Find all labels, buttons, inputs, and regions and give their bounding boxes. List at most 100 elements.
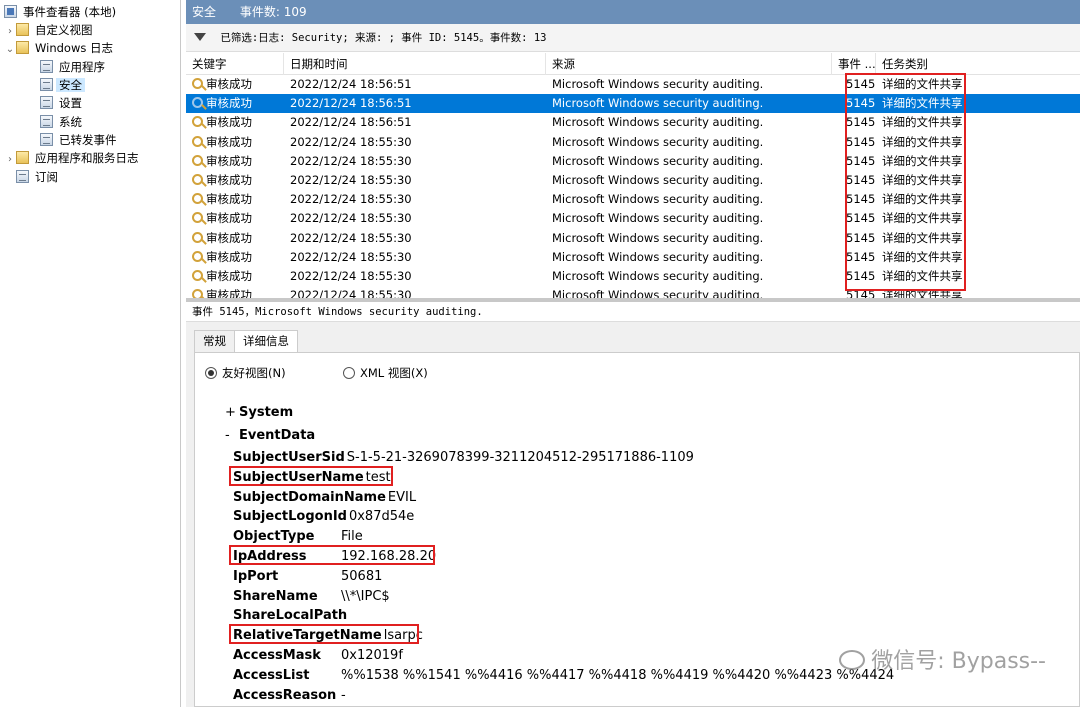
property-value: 50681 (341, 568, 383, 584)
event-grid: 关键字 日期和时间 来源 事件 ... 任务类别 审核成功 2022/12/24 … (186, 53, 1080, 298)
cell-source: Microsoft Windows security auditing. (552, 288, 764, 298)
filter-text: 已筛选:日志: Security; 来源: ; 事件 ID: 5145。事件数:… (220, 32, 547, 44)
tree-item-security[interactable]: 安全 (40, 76, 85, 94)
highlight-box-event-columns (845, 73, 966, 291)
property-name: SubjectLogonId (233, 509, 347, 525)
highlight-box-ipaddress (229, 545, 435, 565)
cell-datetime: 2022/12/24 18:55:30 (290, 211, 412, 226)
property-value: EVIL (387, 489, 417, 505)
cell-datetime: 2022/12/24 18:55:30 (290, 153, 412, 168)
cell-source: Microsoft Windows security auditing. (552, 96, 764, 111)
property-value: S-1-5-21-3269078399-3211204512-295171886… (346, 450, 694, 465)
folder-icon (16, 151, 29, 164)
cell-keyword: 审核成功 (192, 190, 282, 209)
log-title-bar: 安全 事件数: 109 (186, 0, 1080, 24)
property-row: IpPort 50681 (233, 568, 382, 584)
folder-icon (16, 23, 29, 36)
property-row: AccessMask 0x12019f (233, 648, 403, 663)
cell-datetime: 2022/12/24 18:55:30 (290, 230, 412, 245)
radio-xml-view[interactable]: XML 视图(X) (343, 365, 428, 381)
cell-datetime: 2022/12/24 18:55:30 (290, 268, 412, 283)
cell-keyword: 审核成功 (192, 133, 282, 152)
filter-bar: 已筛选:日志: Security; 来源: ; 事件 ID: 5145。事件数:… (186, 24, 1080, 52)
cell-keyword: 审核成功 (192, 267, 282, 286)
radio-unselected-icon (343, 367, 355, 379)
column-header-datetime[interactable]: 日期和时间 (284, 53, 546, 75)
key-icon (192, 193, 203, 205)
tree-item-custom-views[interactable]: › 自定义视图 (4, 21, 96, 39)
cell-source: Microsoft Windows security auditing. (552, 192, 764, 207)
column-header-task-category[interactable]: 任务类别 (876, 53, 1080, 75)
property-name: ObjectType (233, 529, 315, 545)
subscriptions-icon (16, 170, 29, 183)
grid-header: 关键字 日期和时间 来源 事件 ... 任务类别 (186, 53, 1080, 75)
tree-item-windows-logs[interactable]: ⌄ Windows 日志 (4, 39, 116, 57)
chevron-right-icon[interactable]: › (4, 151, 16, 169)
property-name: SubjectDomainName (233, 489, 386, 505)
expand-icon: + (225, 405, 236, 420)
cell-source: Microsoft Windows security auditing. (552, 249, 764, 264)
log-icon (40, 60, 53, 73)
chevron-down-icon[interactable]: ⌄ (4, 41, 16, 59)
property-row: AccessList %%1538 %%1541 %%4416 %%4417 %%… (233, 668, 894, 683)
cell-datetime: 2022/12/24 18:56:51 (290, 77, 412, 91)
cell-datetime: 2022/12/24 18:55:30 (290, 288, 412, 298)
key-icon (192, 289, 203, 298)
detail-tabs: 常规 详细信息 (194, 330, 298, 352)
filter-icon (194, 33, 206, 41)
property-name: ShareLocalPath (233, 608, 348, 624)
watermark: 微信号: Bypass-- (839, 643, 1046, 675)
key-icon (192, 212, 203, 224)
tree-item-application[interactable]: 应用程序 (40, 58, 108, 76)
property-value: 0x12019f (341, 648, 403, 663)
log-icon (40, 78, 53, 91)
cell-source: Microsoft Windows security auditing. (552, 115, 764, 130)
tab-general[interactable]: 常规 (194, 330, 235, 352)
property-name: ShareName (233, 588, 318, 604)
log-icon (40, 115, 53, 128)
column-header-event-id[interactable]: 事件 ... (832, 53, 876, 75)
cell-datetime: 2022/12/24 18:56:51 (290, 115, 412, 130)
tree-item-app-service-logs[interactable]: › 应用程序和服务日志 (4, 149, 142, 167)
cell-datetime: 2022/12/24 18:55:30 (290, 192, 412, 207)
cell-source: Microsoft Windows security auditing. (552, 153, 764, 168)
radio-selected-icon (205, 367, 217, 379)
radio-friendly-view[interactable]: 友好视图(N) (205, 365, 286, 381)
cell-keyword: 审核成功 (192, 171, 282, 190)
tab-details[interactable]: 详细信息 (234, 330, 298, 352)
property-row: SubjectDomainName EVIL (233, 489, 416, 505)
property-name: SubjectUserSid (233, 450, 345, 465)
cell-source: Microsoft Windows security auditing. (552, 230, 764, 245)
property-row: SubjectUserSid S-1-5-21-3269078399-321120… (233, 450, 694, 465)
key-icon (192, 173, 203, 185)
cell-keyword: 审核成功 (192, 152, 282, 171)
event-count: 事件数: 109 (239, 5, 307, 19)
cell-datetime: 2022/12/24 18:55:30 (290, 172, 412, 187)
column-header-keyword[interactable]: 关键字 (186, 53, 284, 75)
log-name: 安全 (192, 5, 217, 19)
section-eventdata[interactable]: - EventData (225, 428, 315, 443)
cell-datetime: 2022/12/24 18:56:51 (290, 96, 412, 111)
cell-source: Microsoft Windows security auditing. (552, 77, 764, 91)
key-icon (192, 231, 203, 243)
key-icon (192, 116, 203, 128)
key-icon (192, 154, 203, 166)
property-row: ShareLocalPath (233, 608, 347, 623)
column-header-source[interactable]: 来源 (546, 53, 832, 75)
property-row: SubjectLogonId 0x87d54e (233, 509, 414, 525)
cell-keyword: 审核成功 (192, 113, 282, 132)
property-value: 0x87d54e (348, 509, 415, 525)
cell-keyword: 审核成功 (192, 286, 282, 298)
cell-datetime: 2022/12/24 18:55:30 (290, 249, 412, 264)
property-name: IpPort (233, 568, 279, 584)
tree-item-event-viewer-local[interactable]: 事件查看器 (本地) (4, 3, 119, 21)
cell-keyword: 审核成功 (192, 248, 282, 267)
tree-item-subscriptions[interactable]: 订阅 (16, 168, 61, 186)
tree-item-system[interactable]: 系统 (40, 113, 85, 131)
section-system[interactable]: + System (225, 405, 293, 420)
cell-keyword: 审核成功 (192, 209, 282, 228)
cell-source: Microsoft Windows security auditing. (552, 134, 764, 149)
tree-item-forwarded-events[interactable]: 已转发事件 (40, 131, 120, 149)
tree-item-setup[interactable]: 设置 (40, 94, 85, 112)
property-value: \\*\IPC$ (341, 588, 390, 604)
